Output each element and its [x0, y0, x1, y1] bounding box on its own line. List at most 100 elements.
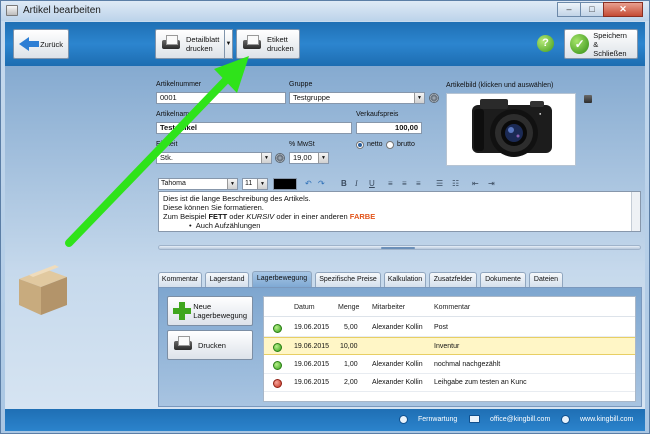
tab-dokumente[interactable]: Dokumente	[480, 272, 526, 287]
brutto-label: brutto	[397, 141, 415, 148]
cell-datum: 19.06.2015	[294, 379, 330, 386]
cell-kommentar: Leihgabe zum testen an Kunc	[434, 379, 527, 386]
gear-icon[interactable]	[429, 93, 439, 103]
status-error-icon	[273, 379, 282, 388]
cell-kommentar: Post	[434, 324, 449, 331]
mwst-label: % MwSt	[289, 141, 315, 148]
tab-zusatzfelder[interactable]: Zusatzfelder	[429, 272, 477, 287]
table-row[interactable]: 19.06.2015 1,00 Alexander Kollin nochmal…	[264, 356, 635, 374]
print-movement-button[interactable]: Drucken	[167, 330, 253, 360]
maximize-button[interactable]: □	[580, 2, 604, 17]
window: Artikel bearbeiten – □ ✕ Zurück Detailbl…	[0, 0, 650, 434]
print-label-label: Etikett drucken	[267, 35, 294, 53]
mwst-select[interactable]: 19,00 ▼	[289, 152, 329, 164]
editor-scrollbar[interactable]	[631, 192, 640, 231]
globe-icon	[561, 415, 570, 424]
save-close-button[interactable]: ✓ Speichern & Schließen	[564, 29, 638, 59]
artikelbild-label: Artikelbild (klicken und auswählen)	[446, 82, 554, 89]
table-row[interactable]: 19.06.2015 5,00 Alexander Kollin Post	[264, 319, 635, 337]
back-label: Zurück	[40, 39, 63, 49]
align-left-icon[interactable]: ≡	[388, 179, 393, 188]
align-right-icon[interactable]: ≡	[416, 179, 421, 188]
tab-lagerstand[interactable]: Lagerstand	[205, 272, 249, 287]
new-movement-label: Neue Lagerbewegung	[193, 302, 247, 320]
underline-icon[interactable]: U	[369, 179, 375, 188]
status-ok-icon	[273, 324, 282, 333]
verkaufspreis-label: Verkaufspreis	[356, 111, 399, 118]
window-controls: – □ ✕	[557, 2, 643, 17]
printer-icon	[173, 336, 193, 354]
website-link[interactable]: www.kingbill.com	[561, 415, 633, 424]
col-datum[interactable]: Datum	[294, 304, 315, 311]
chevron-down-icon: ▼	[261, 153, 271, 163]
cell-menge: 2,00	[344, 379, 358, 386]
table-row-selected[interactable]: 19.06.2015 10,00 Inventur	[264, 337, 635, 355]
col-kommentar[interactable]: Kommentar	[434, 304, 470, 311]
verkaufspreis-input[interactable]: 100,00	[356, 122, 422, 134]
chevron-down-icon: ▼	[318, 153, 328, 163]
tab-kalkulation[interactable]: Kalkulation	[384, 272, 426, 287]
remote-label: Fernwartung	[418, 416, 458, 423]
cell-mitarbeiter: Alexander Kollin	[372, 379, 423, 386]
brutto-radio[interactable]	[386, 141, 394, 149]
status-ok-icon	[273, 361, 282, 370]
trash-icon[interactable]	[584, 95, 592, 103]
cell-mitarbeiter: Alexander Kollin	[372, 324, 423, 331]
movement-table: Datum Menge Mitarbeiter Kommentar 19.06.…	[263, 296, 636, 402]
chevron-down-icon: ▼	[414, 93, 424, 103]
bold-icon[interactable]: B	[341, 179, 347, 188]
undo-icon[interactable]: ↶	[305, 179, 312, 188]
check-icon: ✓	[570, 34, 590, 54]
article-image[interactable]: ●	[446, 93, 576, 166]
tab-lagerbewegung[interactable]: Lagerbewegung	[252, 271, 312, 287]
redo-icon[interactable]: ↷	[318, 179, 325, 188]
gruppe-label: Gruppe	[289, 81, 313, 88]
cell-mitarbeiter: Alexander Kollin	[372, 361, 423, 368]
web-label: www.kingbill.com	[580, 416, 634, 423]
remote-support-link[interactable]: Fernwartung	[399, 415, 457, 424]
help-icon[interactable]: ?	[537, 35, 554, 52]
outdent-icon[interactable]: ⇤	[472, 179, 479, 188]
app-icon	[6, 5, 18, 16]
status-ok-icon	[273, 343, 282, 352]
window-title: Artikel bearbeiten	[23, 5, 101, 16]
title-bar: Artikel bearbeiten – □ ✕	[1, 1, 649, 21]
plus-icon	[173, 302, 192, 320]
gear-icon[interactable]	[275, 153, 285, 163]
package-box-icon	[19, 265, 67, 315]
email-link[interactable]: office@kingbill.com	[469, 415, 550, 423]
mail-icon	[469, 415, 480, 423]
italic-icon[interactable]: I	[355, 179, 358, 188]
numbered-list-icon[interactable]: ☷	[452, 179, 459, 188]
cell-datum: 19.06.2015	[294, 343, 330, 350]
arrow-left-icon	[19, 37, 40, 51]
table-header: Datum Menge Mitarbeiter Kommentar	[264, 297, 635, 317]
new-movement-button[interactable]: Neue Lagerbewegung	[167, 296, 253, 326]
cell-menge: 1,00	[344, 361, 358, 368]
cell-kommentar: nochmal nachgezählt	[434, 361, 501, 368]
cell-datum: 19.06.2015	[294, 324, 330, 331]
tab-dateien[interactable]: Dateien	[529, 272, 563, 287]
col-menge[interactable]: Menge	[338, 304, 359, 311]
indent-icon[interactable]: ⇥	[488, 179, 495, 188]
netto-radio[interactable]	[356, 141, 364, 149]
close-button[interactable]: ✕	[603, 2, 643, 17]
lagerbewegung-panel: Neue Lagerbewegung Drucken Datum Menge Mi…	[158, 287, 642, 407]
grip-icon	[381, 247, 415, 249]
tab-kommentar[interactable]: Kommentar	[158, 272, 202, 287]
save-close-label: Speichern & Schließen	[593, 30, 627, 58]
cell-menge: 5,00	[344, 324, 358, 331]
netto-label: netto	[367, 141, 383, 148]
cell-datum: 19.06.2015	[294, 361, 330, 368]
font-color-picker[interactable]	[273, 178, 297, 190]
table-row[interactable]: 19.06.2015 2,00 Alexander Kollin Leihgab…	[264, 374, 635, 392]
col-mitarbeiter[interactable]: Mitarbeiter	[372, 304, 405, 311]
align-center-icon[interactable]: ≡	[402, 179, 407, 188]
minimize-button[interactable]: –	[557, 2, 581, 17]
print-movement-label: Drucken	[198, 340, 226, 350]
tab-spezifische-preise[interactable]: Spezifische Preise	[315, 272, 381, 287]
gruppe-select[interactable]: Testgruppe ▼	[289, 92, 425, 104]
camera-image: ●	[472, 99, 552, 157]
footer-bar: Fernwartung office@kingbill.com www.king…	[5, 409, 645, 431]
list-icon[interactable]: ☰	[436, 179, 443, 188]
